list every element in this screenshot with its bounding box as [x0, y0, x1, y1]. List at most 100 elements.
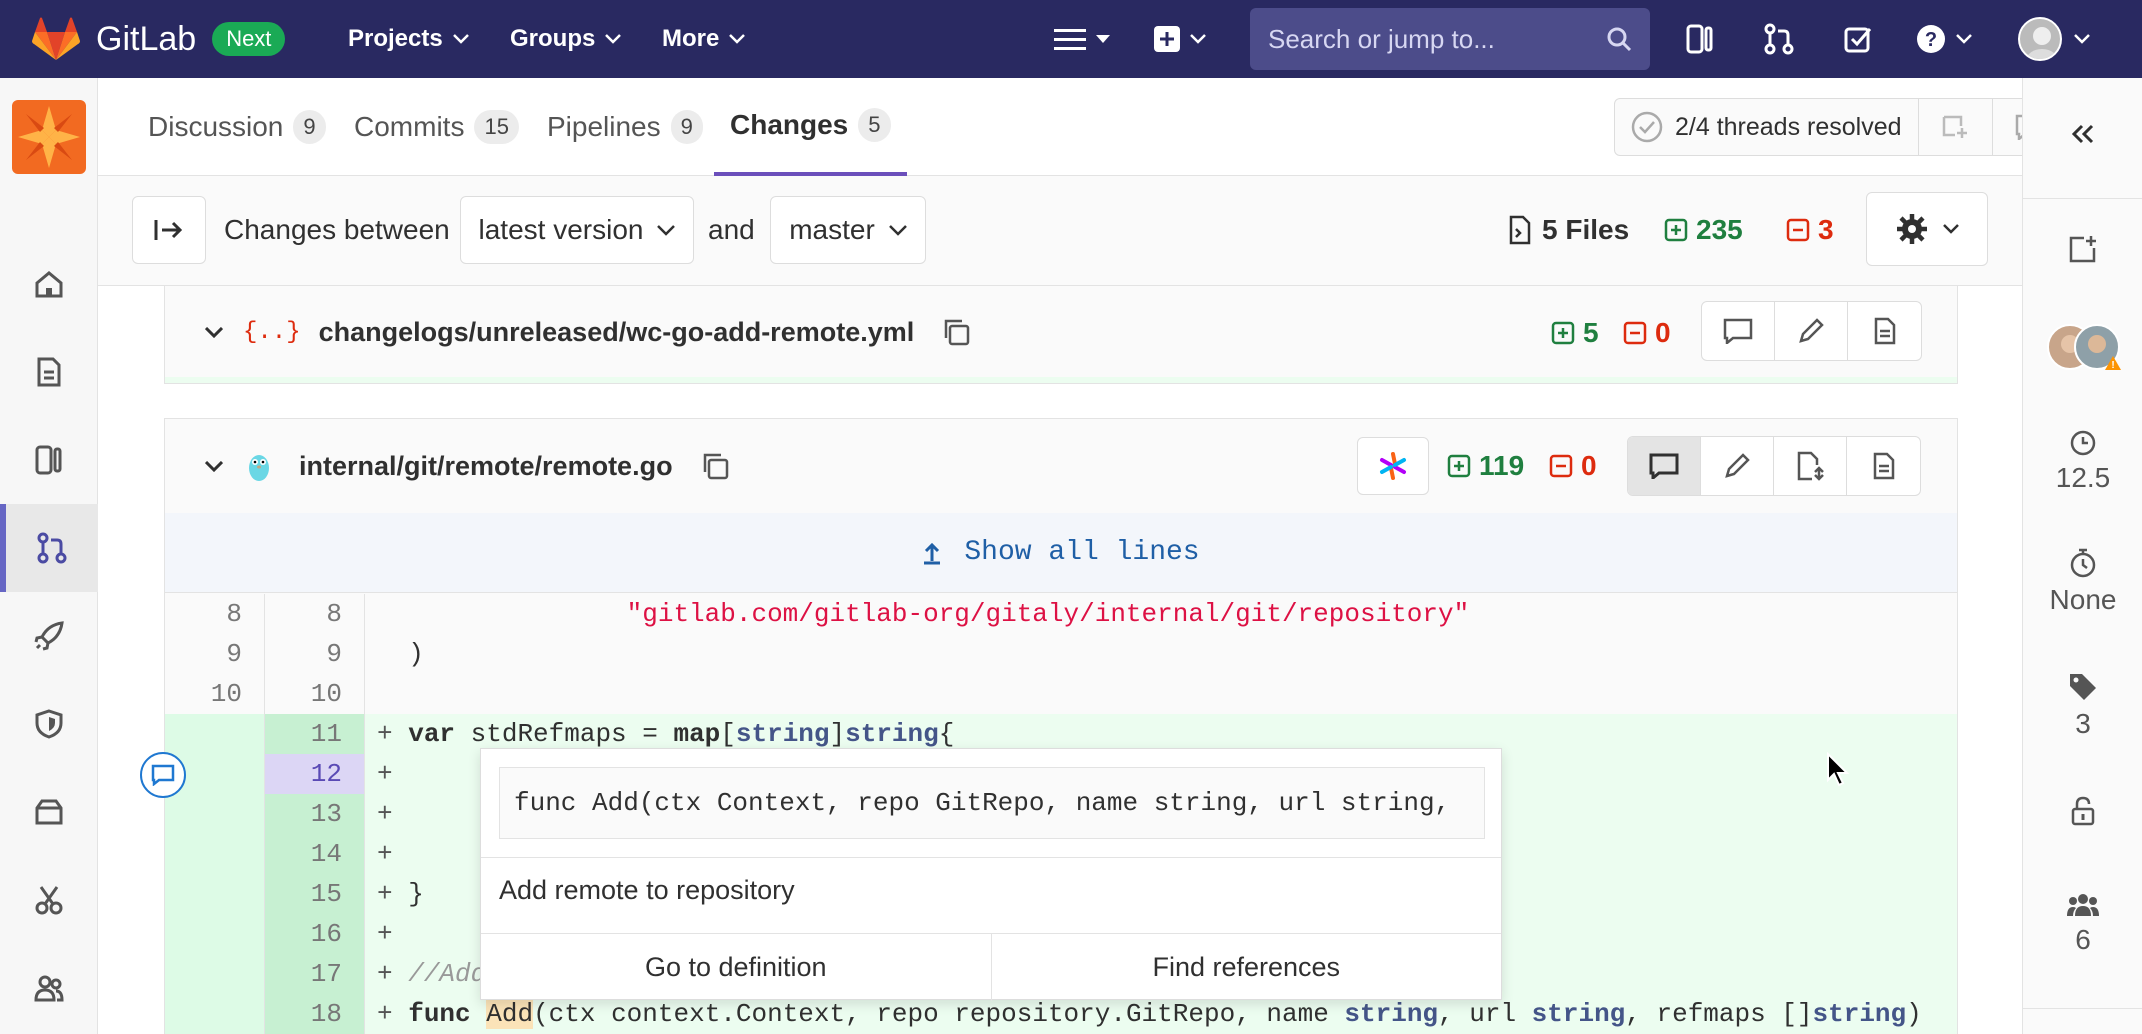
chevron-down-icon[interactable]	[205, 326, 223, 338]
issues-shortcut[interactable]	[1686, 0, 1714, 78]
new-line-number[interactable]: 8	[265, 594, 365, 634]
new-line-number[interactable]: 10	[265, 674, 365, 714]
user-menu-toggle[interactable]	[2074, 0, 2090, 78]
keyword-func: func	[408, 999, 471, 1029]
old-line-number[interactable]: 8	[165, 594, 265, 634]
time-estimate[interactable]: None	[2023, 548, 2142, 616]
collapse-sidebar-button[interactable]	[2023, 124, 2142, 144]
brand-name: GitLab	[96, 19, 197, 58]
diff-line[interactable]: 10 10	[165, 674, 1957, 714]
project-avatar[interactable]	[12, 100, 86, 174]
view-file-button[interactable]	[1847, 437, 1920, 495]
new-line-number[interactable]: 12	[265, 754, 365, 794]
new-line-number[interactable]: 17	[265, 954, 365, 994]
brand[interactable]: GitLab Next	[32, 0, 286, 78]
participants[interactable]: 6	[2023, 892, 2142, 956]
old-line-number[interactable]: 10	[165, 674, 265, 714]
old-line-number[interactable]	[165, 954, 265, 994]
assignees[interactable]: !	[2023, 322, 2142, 372]
search-placeholder: Search or jump to...	[1268, 23, 1495, 54]
tab-discussion-count: 9	[293, 110, 326, 144]
old-line-number[interactable]: 9	[165, 634, 265, 674]
source-version-value: latest version	[478, 214, 644, 245]
symbol-add[interactable]: Add	[486, 999, 534, 1029]
old-line-number[interactable]	[165, 914, 265, 954]
files-count: 5 Files	[1508, 196, 1629, 264]
new-menu[interactable]	[1154, 0, 1206, 78]
new-line-number[interactable]: 15	[265, 874, 365, 914]
todos-shortcut[interactable]	[1844, 0, 1872, 78]
time-tracking[interactable]: 12.5	[2023, 430, 2142, 494]
code-line-text: }	[408, 879, 424, 909]
todo-add-button[interactable]	[2023, 234, 2142, 264]
old-line-number[interactable]	[165, 714, 265, 754]
sidebar-item-issues[interactable]	[0, 416, 98, 504]
copy-icon[interactable]	[701, 452, 729, 480]
file-deletion-icon	[1623, 321, 1647, 345]
edit-file-button[interactable]	[1775, 302, 1848, 360]
old-line-number[interactable]	[165, 874, 265, 914]
sidebar-item-security[interactable]	[0, 680, 98, 768]
svg-text:?: ?	[1925, 29, 1937, 51]
toggle-comments-button[interactable]	[1628, 437, 1701, 495]
chevron-down-icon[interactable]	[205, 460, 223, 472]
view-file-button[interactable]	[1848, 302, 1921, 360]
code-line: )	[365, 634, 1957, 674]
file-name-changelog[interactable]: changelogs/unreleased/wc-go-add-remote.y…	[319, 317, 915, 348]
help-menu[interactable]: ?	[1916, 0, 1972, 78]
file-deletions-changelog: 0	[1623, 308, 1671, 358]
user-avatar[interactable]	[2018, 17, 2062, 61]
tab-discussion[interactable]: Discussion 9	[148, 78, 326, 176]
new-line-number[interactable]: 9	[265, 634, 365, 674]
show-all-lines-button[interactable]: Show all lines	[165, 513, 1957, 593]
tab-pipelines[interactable]: Pipelines 9	[547, 78, 703, 176]
labels[interactable]: 3	[2023, 672, 2142, 740]
new-line-number[interactable]: 14	[265, 834, 365, 874]
toggle-file-tree-button[interactable]	[132, 196, 206, 264]
project-logo-icon	[12, 100, 86, 174]
sidebar-item-cicd[interactable]	[0, 592, 98, 680]
sidebar-item-project-overview[interactable]	[0, 240, 98, 328]
new-line-number[interactable]: 18	[265, 994, 365, 1034]
find-references-button[interactable]: Find references	[992, 934, 1502, 1001]
new-line-number[interactable]: 11	[265, 714, 365, 754]
search-input[interactable]: Search or jump to...	[1250, 8, 1650, 70]
new-line-number[interactable]: 13	[265, 794, 365, 834]
sidebar-item-snippets[interactable]	[0, 856, 98, 944]
file-name-remote-go[interactable]: internal/git/remote/remote.go	[299, 451, 673, 482]
sidebar-item-members[interactable]	[0, 944, 98, 1032]
more-menu[interactable]: More	[662, 0, 746, 78]
expand-file-button[interactable]	[1774, 437, 1847, 495]
jump-to-next-thread-button[interactable]	[1919, 99, 1993, 155]
tab-commits[interactable]: Commits 15	[354, 78, 519, 176]
diff-line[interactable]: 88 "gitlab.com/gitlab-org/gitaly/interna…	[165, 594, 1957, 634]
groups-menu[interactable]: Groups	[510, 0, 622, 78]
copy-icon[interactable]	[942, 318, 970, 346]
merge-requests-shortcut[interactable]	[1764, 0, 1794, 78]
sidebar-item-packages[interactable]	[0, 768, 98, 856]
old-line-number[interactable]	[165, 794, 265, 834]
new-line-number[interactable]: 16	[265, 914, 365, 954]
old-line-number[interactable]	[165, 994, 265, 1034]
sidebar-toggle-menu[interactable]	[1054, 0, 1110, 78]
tab-changes[interactable]: Changes 5	[714, 78, 907, 176]
sidebar-item-repository[interactable]	[0, 328, 98, 416]
projects-menu[interactable]: Projects	[348, 0, 469, 78]
diff-settings-dropdown[interactable]	[1866, 192, 1988, 266]
assignee-avatars-icon: !	[2047, 324, 2121, 371]
target-branch-dropdown[interactable]: master	[770, 196, 926, 264]
file-header-changelog: {..} changelogs/unreleased/wc-go-add-rem…	[165, 286, 1957, 378]
diff-line[interactable]: 99 )	[165, 634, 1957, 674]
file-addition-icon	[1664, 218, 1688, 242]
edit-file-button[interactable]	[1701, 437, 1774, 495]
threads-status[interactable]: 2/4 threads resolved	[1615, 99, 1919, 155]
source-version-dropdown[interactable]: latest version	[460, 196, 694, 264]
lock-merge-request[interactable]	[2023, 796, 2142, 826]
go-to-definition-button[interactable]: Go to definition	[481, 934, 992, 1001]
old-line-number[interactable]	[165, 834, 265, 874]
toggle-comments-button[interactable]	[1702, 302, 1775, 360]
file-deletions-changelog-value: 0	[1655, 317, 1671, 348]
sidebar-item-merge-requests[interactable]	[0, 504, 98, 592]
code-intelligence-button[interactable]	[1357, 437, 1429, 495]
add-comment-button[interactable]	[140, 752, 186, 798]
